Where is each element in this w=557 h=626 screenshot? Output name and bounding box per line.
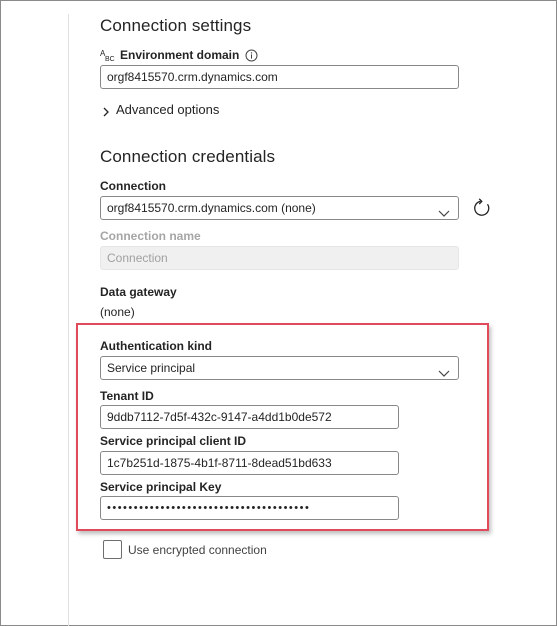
- client-id-label: Service principal client ID: [100, 434, 247, 448]
- authentication-kind-select[interactable]: Service principal: [100, 356, 459, 380]
- advanced-options-toggle[interactable]: Advanced options: [102, 102, 219, 117]
- svg-text:BC: BC: [105, 56, 115, 62]
- authentication-kind-label: Authentication kind: [100, 339, 212, 353]
- chevron-down-icon: [438, 363, 450, 377]
- connection-select[interactable]: orgf8415570.crm.dynamics.com (none): [100, 196, 459, 220]
- connection-label: Connection: [100, 179, 166, 193]
- tenant-id-input[interactable]: 9ddb7112-7d5f-432c-9147-a4dd1b0de572: [100, 405, 399, 429]
- tenant-id-label: Tenant ID: [100, 389, 154, 403]
- data-gateway-label: Data gateway: [100, 285, 177, 299]
- connection-name-input: Connection: [100, 246, 459, 270]
- environment-domain-label: Environment domain: [120, 48, 240, 62]
- connection-name-label: Connection name: [100, 229, 201, 243]
- window-frame: [0, 0, 557, 626]
- environment-domain-label-row: A BC Environment domain: [100, 48, 258, 63]
- advanced-options-label: Advanced options: [116, 102, 220, 117]
- left-divider: [68, 14, 69, 626]
- service-principal-key-input[interactable]: ••••••••••••••••••••••••••••••••••••••: [100, 496, 399, 520]
- info-icon[interactable]: [245, 49, 258, 62]
- client-id-input[interactable]: 1c7b251d-1875-4b1f-8711-8dead51bd633: [100, 451, 399, 475]
- connection-select-value: orgf8415570.crm.dynamics.com (none): [107, 201, 316, 215]
- connection-credentials-title: Connection credentials: [100, 147, 276, 166]
- chevron-down-icon: [438, 203, 450, 217]
- chevron-right-icon: [102, 105, 110, 116]
- environment-domain-input[interactable]: orgf8415570.crm.dynamics.com: [100, 65, 459, 89]
- text-type-icon: A BC: [100, 48, 116, 63]
- connection-settings-title: Connection settings: [100, 16, 252, 35]
- use-encrypted-label: Use encrypted connection: [128, 543, 267, 557]
- refresh-icon[interactable]: [471, 197, 493, 219]
- data-gateway-value: (none): [100, 305, 135, 319]
- use-encrypted-checkbox[interactable]: [103, 540, 122, 559]
- service-principal-key-label: Service principal Key: [100, 480, 222, 494]
- authentication-kind-value: Service principal: [107, 361, 196, 375]
